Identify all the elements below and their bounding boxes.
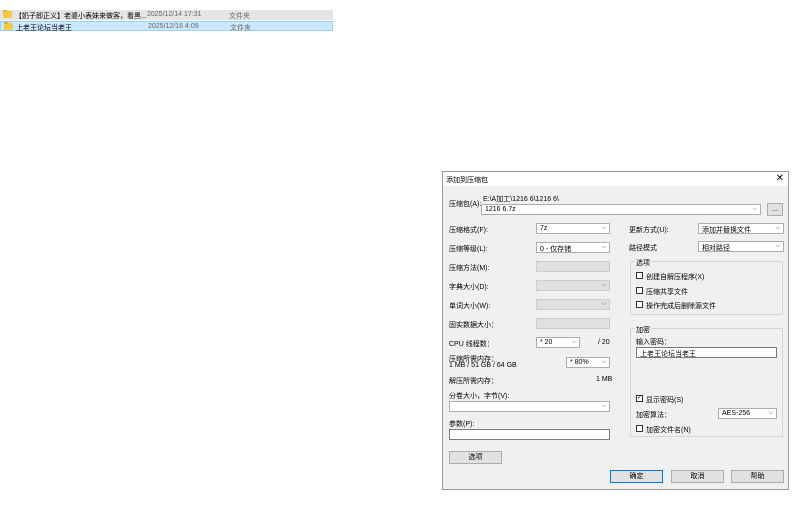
mem-select[interactable]: * 80% ⌵ bbox=[566, 357, 610, 368]
dialog-titlebar: 添加到压缩包 ✕ bbox=[443, 172, 788, 186]
password-input[interactable]: 上老王论坛当老王 bbox=[636, 347, 777, 358]
add-to-archive-dialog: 添加到压缩包 ✕ 压缩包(A): E:\A加工\1216 6\1216 6\ 1… bbox=[442, 171, 789, 490]
chevron-down-icon: ⌵ bbox=[752, 206, 757, 212]
word-select[interactable]: ⌵ bbox=[536, 299, 610, 310]
encrypt-names-checkbox[interactable] bbox=[636, 425, 643, 432]
sfx-checkbox[interactable] bbox=[636, 272, 643, 279]
word-label: 单词大小(W): bbox=[449, 303, 491, 310]
delete-checkbox[interactable] bbox=[636, 301, 643, 308]
browse-button[interactable]: ... bbox=[767, 203, 783, 216]
path-value: 相对路径 bbox=[702, 245, 730, 252]
chevron-down-icon: ⌵ bbox=[571, 339, 576, 345]
encryption-group-title: 加密 bbox=[635, 325, 651, 335]
file-type: 文件夹 bbox=[229, 13, 250, 20]
dict-select[interactable]: ⌵ bbox=[536, 280, 610, 291]
chevron-down-icon: ⌵ bbox=[601, 403, 606, 409]
file-name: 【奶子即正义】老婆小表妹来做客，看黑... bbox=[15, 13, 147, 20]
password-label: 输入密码： bbox=[636, 339, 671, 346]
format-select[interactable]: 7z ⌵ bbox=[536, 223, 610, 234]
mem-value: * 80% bbox=[570, 359, 589, 366]
param-label: 参数(P): bbox=[449, 421, 475, 428]
options-group-title: 选项 bbox=[635, 258, 651, 268]
file-date: 2025/12/14 17:31 bbox=[147, 11, 202, 18]
file-row-selected[interactable]: 上老王论坛当老王 2025/12/16 4:09 文件夹 bbox=[0, 21, 333, 32]
help-button[interactable]: 帮助 bbox=[731, 470, 784, 483]
close-icon[interactable]: ✕ bbox=[776, 173, 784, 184]
enc-method-value: AES-256 bbox=[722, 410, 751, 417]
chevron-down-icon: ⌵ bbox=[601, 282, 606, 288]
cpu-value: * 20 bbox=[540, 339, 553, 346]
mem-sub: 1 MB / 51 GB / 64 GB bbox=[449, 362, 517, 369]
encrypt-names-label: 加密文件名(N) bbox=[646, 427, 691, 434]
chevron-down-icon: ⌵ bbox=[775, 243, 780, 249]
chevron-down-icon: ⌵ bbox=[775, 225, 780, 231]
level-value: 0 - 仅存储 bbox=[540, 246, 572, 253]
folder-icon bbox=[4, 22, 13, 30]
shared-label: 压缩共享文件 bbox=[646, 289, 688, 296]
shared-checkbox[interactable] bbox=[636, 287, 643, 294]
explorer-header bbox=[0, 0, 335, 4]
dict-label: 字典大小(D): bbox=[449, 284, 489, 291]
split-combo[interactable]: ⌵ bbox=[449, 401, 610, 412]
ok-button[interactable]: 确定 bbox=[610, 470, 663, 483]
format-label: 压缩格式(F): bbox=[449, 227, 488, 234]
file-row[interactable]: 【奶子即正义】老婆小表妹来做客，看黑... 2025/12/14 17:31 文… bbox=[0, 10, 333, 20]
level-select[interactable]: 0 - 仅存储 ⌵ bbox=[536, 242, 610, 253]
archive-path: E:\A加工\1216 6\1216 6\ bbox=[483, 196, 559, 203]
enc-method-label: 加密算法： bbox=[636, 412, 671, 419]
cpu-select[interactable]: * 20 ⌵ bbox=[536, 337, 580, 348]
password-value: 上老王论坛当老王 bbox=[640, 351, 696, 358]
file-type: 文件夹 bbox=[230, 25, 251, 32]
update-value: 添加并替换文件 bbox=[702, 227, 751, 234]
solid-select[interactable] bbox=[536, 318, 610, 329]
dialog-title: 添加到压缩包 bbox=[446, 177, 488, 184]
show-password-checkbox[interactable]: ✓ bbox=[636, 395, 643, 402]
folder-icon bbox=[3, 10, 12, 18]
file-date: 2025/12/16 4:09 bbox=[148, 23, 199, 30]
update-label: 更新方式(U): bbox=[629, 227, 669, 234]
archive-label: 压缩包(A): bbox=[449, 201, 482, 208]
format-value: 7z bbox=[540, 225, 548, 232]
chevron-down-icon: ⌵ bbox=[768, 410, 773, 416]
method-label: 压缩方法(M): bbox=[449, 265, 490, 272]
split-label: 分卷大小，字节(V): bbox=[449, 393, 510, 400]
delete-label: 操作完成后删除源文件 bbox=[646, 303, 716, 310]
solid-label: 固实数据大小： bbox=[449, 322, 498, 329]
archive-name-combo[interactable]: 1216 6.7z ⌵ bbox=[481, 204, 761, 215]
show-password-label: 显示密码(S) bbox=[646, 397, 684, 404]
decomp-value: 1 MB bbox=[596, 376, 613, 383]
chevron-down-icon: ⌵ bbox=[601, 225, 606, 231]
options-button[interactable]: 选项 bbox=[449, 451, 502, 464]
cpu-label: CPU 线程数： bbox=[449, 341, 494, 348]
path-label: 路径模式 bbox=[629, 245, 657, 252]
enc-method-select[interactable]: AES-256 ⌵ bbox=[718, 408, 777, 419]
check-icon: ✓ bbox=[637, 395, 643, 401]
cancel-button[interactable]: 取消 bbox=[671, 470, 724, 483]
update-select[interactable]: 添加并替换文件 ⌵ bbox=[698, 223, 784, 234]
cpu-max: / 20 bbox=[598, 339, 610, 346]
level-label: 压缩等级(L): bbox=[449, 246, 488, 253]
param-input[interactable] bbox=[449, 429, 610, 440]
chevron-down-icon: ⌵ bbox=[601, 244, 606, 250]
method-select[interactable] bbox=[536, 261, 610, 272]
sfx-label: 创建自解压程序(X) bbox=[646, 274, 705, 281]
archive-name-value: 1216 6.7z bbox=[485, 206, 516, 213]
chevron-down-icon: ⌵ bbox=[601, 301, 606, 307]
decomp-label: 解压所需内存： bbox=[449, 378, 498, 385]
file-name: 上老王论坛当老王 bbox=[16, 25, 72, 32]
chevron-down-icon: ⌵ bbox=[601, 359, 606, 365]
path-select[interactable]: 相对路径 ⌵ bbox=[698, 241, 784, 252]
